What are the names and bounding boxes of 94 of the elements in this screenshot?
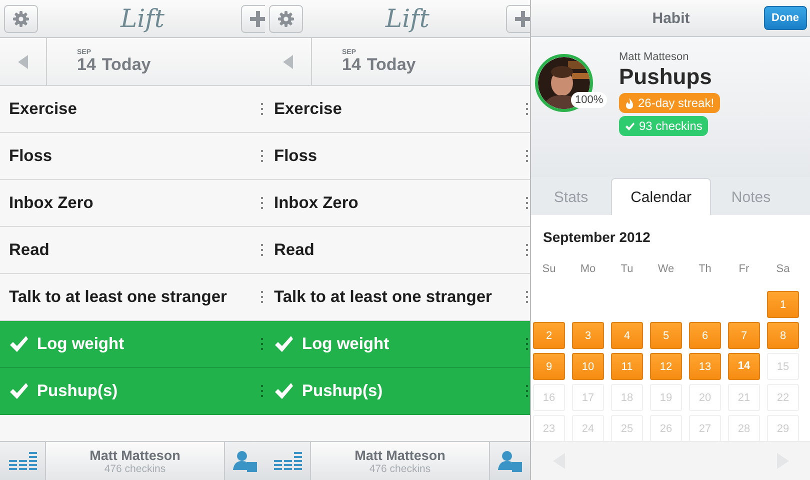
drag-handle-icon[interactable] (261, 103, 264, 115)
calendar-day[interactable]: 9 (533, 353, 565, 380)
left-arrow-icon (18, 54, 28, 68)
tab[interactable]: Notes (711, 179, 791, 215)
habit-name: Floss (9, 146, 52, 166)
habit-row[interactable]: Pushup(s) (0, 368, 265, 415)
check-icon (9, 382, 29, 400)
date-label: Today (366, 56, 416, 73)
habit-name: Log weight (37, 334, 124, 354)
stats-button[interactable] (0, 442, 46, 480)
add-button[interactable] (241, 4, 265, 32)
bar-chart-icon (274, 452, 302, 470)
date-day: 14 (342, 56, 361, 73)
habit-name: Pushup(s) (37, 382, 118, 400)
drag-handle-icon[interactable] (526, 338, 529, 350)
drag-handle-icon[interactable] (526, 150, 529, 162)
habit-name: Pushup(s) (302, 382, 383, 400)
user-name: Matt Matteson (354, 448, 446, 462)
calendar-day[interactable]: 12 (650, 353, 682, 380)
habit-name: Exercise (274, 100, 342, 118)
stats-button[interactable] (265, 442, 311, 480)
calendar-day[interactable]: 3 (572, 322, 604, 349)
drag-handle-icon[interactable] (526, 197, 529, 209)
date-day: 14 (77, 56, 96, 73)
drag-handle-icon[interactable] (526, 244, 529, 256)
flame-icon (625, 98, 634, 108)
friends-button[interactable] (224, 442, 265, 480)
weekday-label: Sa (775, 263, 791, 277)
habit-name: Read (9, 240, 50, 260)
habit-title: Pushups (619, 66, 712, 88)
calendar-day[interactable]: 10 (572, 353, 604, 380)
habit-row[interactable]: Pushup(s) (265, 368, 530, 415)
habit-row[interactable]: Log weight (265, 321, 530, 368)
habit-name: Read (274, 240, 314, 260)
habit-row[interactable]: Log weight (0, 321, 265, 368)
add-button[interactable] (506, 4, 530, 32)
drag-handle-icon[interactable] (261, 244, 264, 256)
weekday-label: Th (698, 263, 712, 277)
habit-name: Inbox Zero (274, 194, 358, 212)
drag-handle-icon[interactable] (261, 291, 264, 303)
calendar-day[interactable]: 13 (689, 353, 721, 380)
calendar-day[interactable]: 5 (650, 322, 682, 349)
checkin-count: 476 checkins (104, 462, 166, 474)
left-arrow-icon (283, 54, 293, 68)
user-name: Matt Matteson (619, 51, 689, 63)
habit-name: Inbox Zero (9, 194, 94, 212)
user-name: Matt Matteson (90, 448, 180, 462)
app-logo: Lift (386, 4, 430, 33)
weekday-label: Mo (579, 263, 597, 277)
calendar-day[interactable]: 8 (767, 322, 799, 349)
calendar-day[interactable]: 2 (533, 322, 565, 349)
friends-button[interactable] (489, 442, 530, 480)
checkin-count: 476 checkins (369, 462, 431, 474)
drag-handle-icon[interactable] (526, 291, 529, 303)
calendar-day[interactable]: 7 (728, 322, 760, 349)
habit-name: Talk to at least one stranger (274, 288, 492, 306)
screen-title: Habit (652, 10, 690, 26)
weekday-label: Su (541, 263, 557, 277)
people-icon (498, 450, 522, 472)
calendar-day[interactable]: 11 (611, 353, 643, 380)
drag-handle-icon[interactable] (526, 385, 529, 397)
people-icon (233, 450, 257, 472)
weekday-label: Tu (620, 263, 634, 277)
tab[interactable]: Stats (531, 179, 611, 215)
streak-badge: 26-day streak! (619, 93, 720, 113)
habit-name: Floss (274, 146, 318, 166)
drag-handle-icon[interactable] (261, 150, 264, 162)
check-icon (274, 382, 294, 400)
app-logo: Lift (120, 4, 164, 33)
date-label: Today (102, 56, 151, 73)
calendar-day[interactable]: 1 (767, 291, 799, 318)
done-button[interactable]: Done (764, 6, 807, 30)
weekday-label: We (656, 263, 676, 277)
check-icon (9, 335, 29, 353)
drag-handle-icon[interactable] (261, 338, 264, 350)
completion-badge: 100% (571, 92, 608, 108)
habit-name: Exercise (9, 100, 77, 118)
check-icon (274, 335, 294, 353)
habit-name: Log weight (302, 334, 390, 354)
check-icon (625, 122, 635, 130)
calendar-day[interactable]: 6 (689, 322, 721, 349)
tab[interactable]: Calendar (611, 178, 711, 215)
settings-button[interactable] (4, 4, 38, 32)
drag-handle-icon[interactable] (526, 103, 529, 115)
drag-handle-icon[interactable] (261, 197, 264, 209)
settings-button[interactable] (269, 4, 303, 32)
habit-name: Talk to at least one stranger (9, 288, 227, 306)
weekday-label: Fr (738, 263, 750, 277)
bar-chart-icon (8, 452, 36, 470)
drag-handle-icon[interactable] (261, 385, 264, 397)
calendar-month: September 2012 (543, 229, 652, 245)
calendar-day[interactable]: 14 (728, 353, 760, 380)
checkins-badge: 93 checkins (619, 116, 708, 136)
calendar-day[interactable]: 4 (611, 322, 643, 349)
